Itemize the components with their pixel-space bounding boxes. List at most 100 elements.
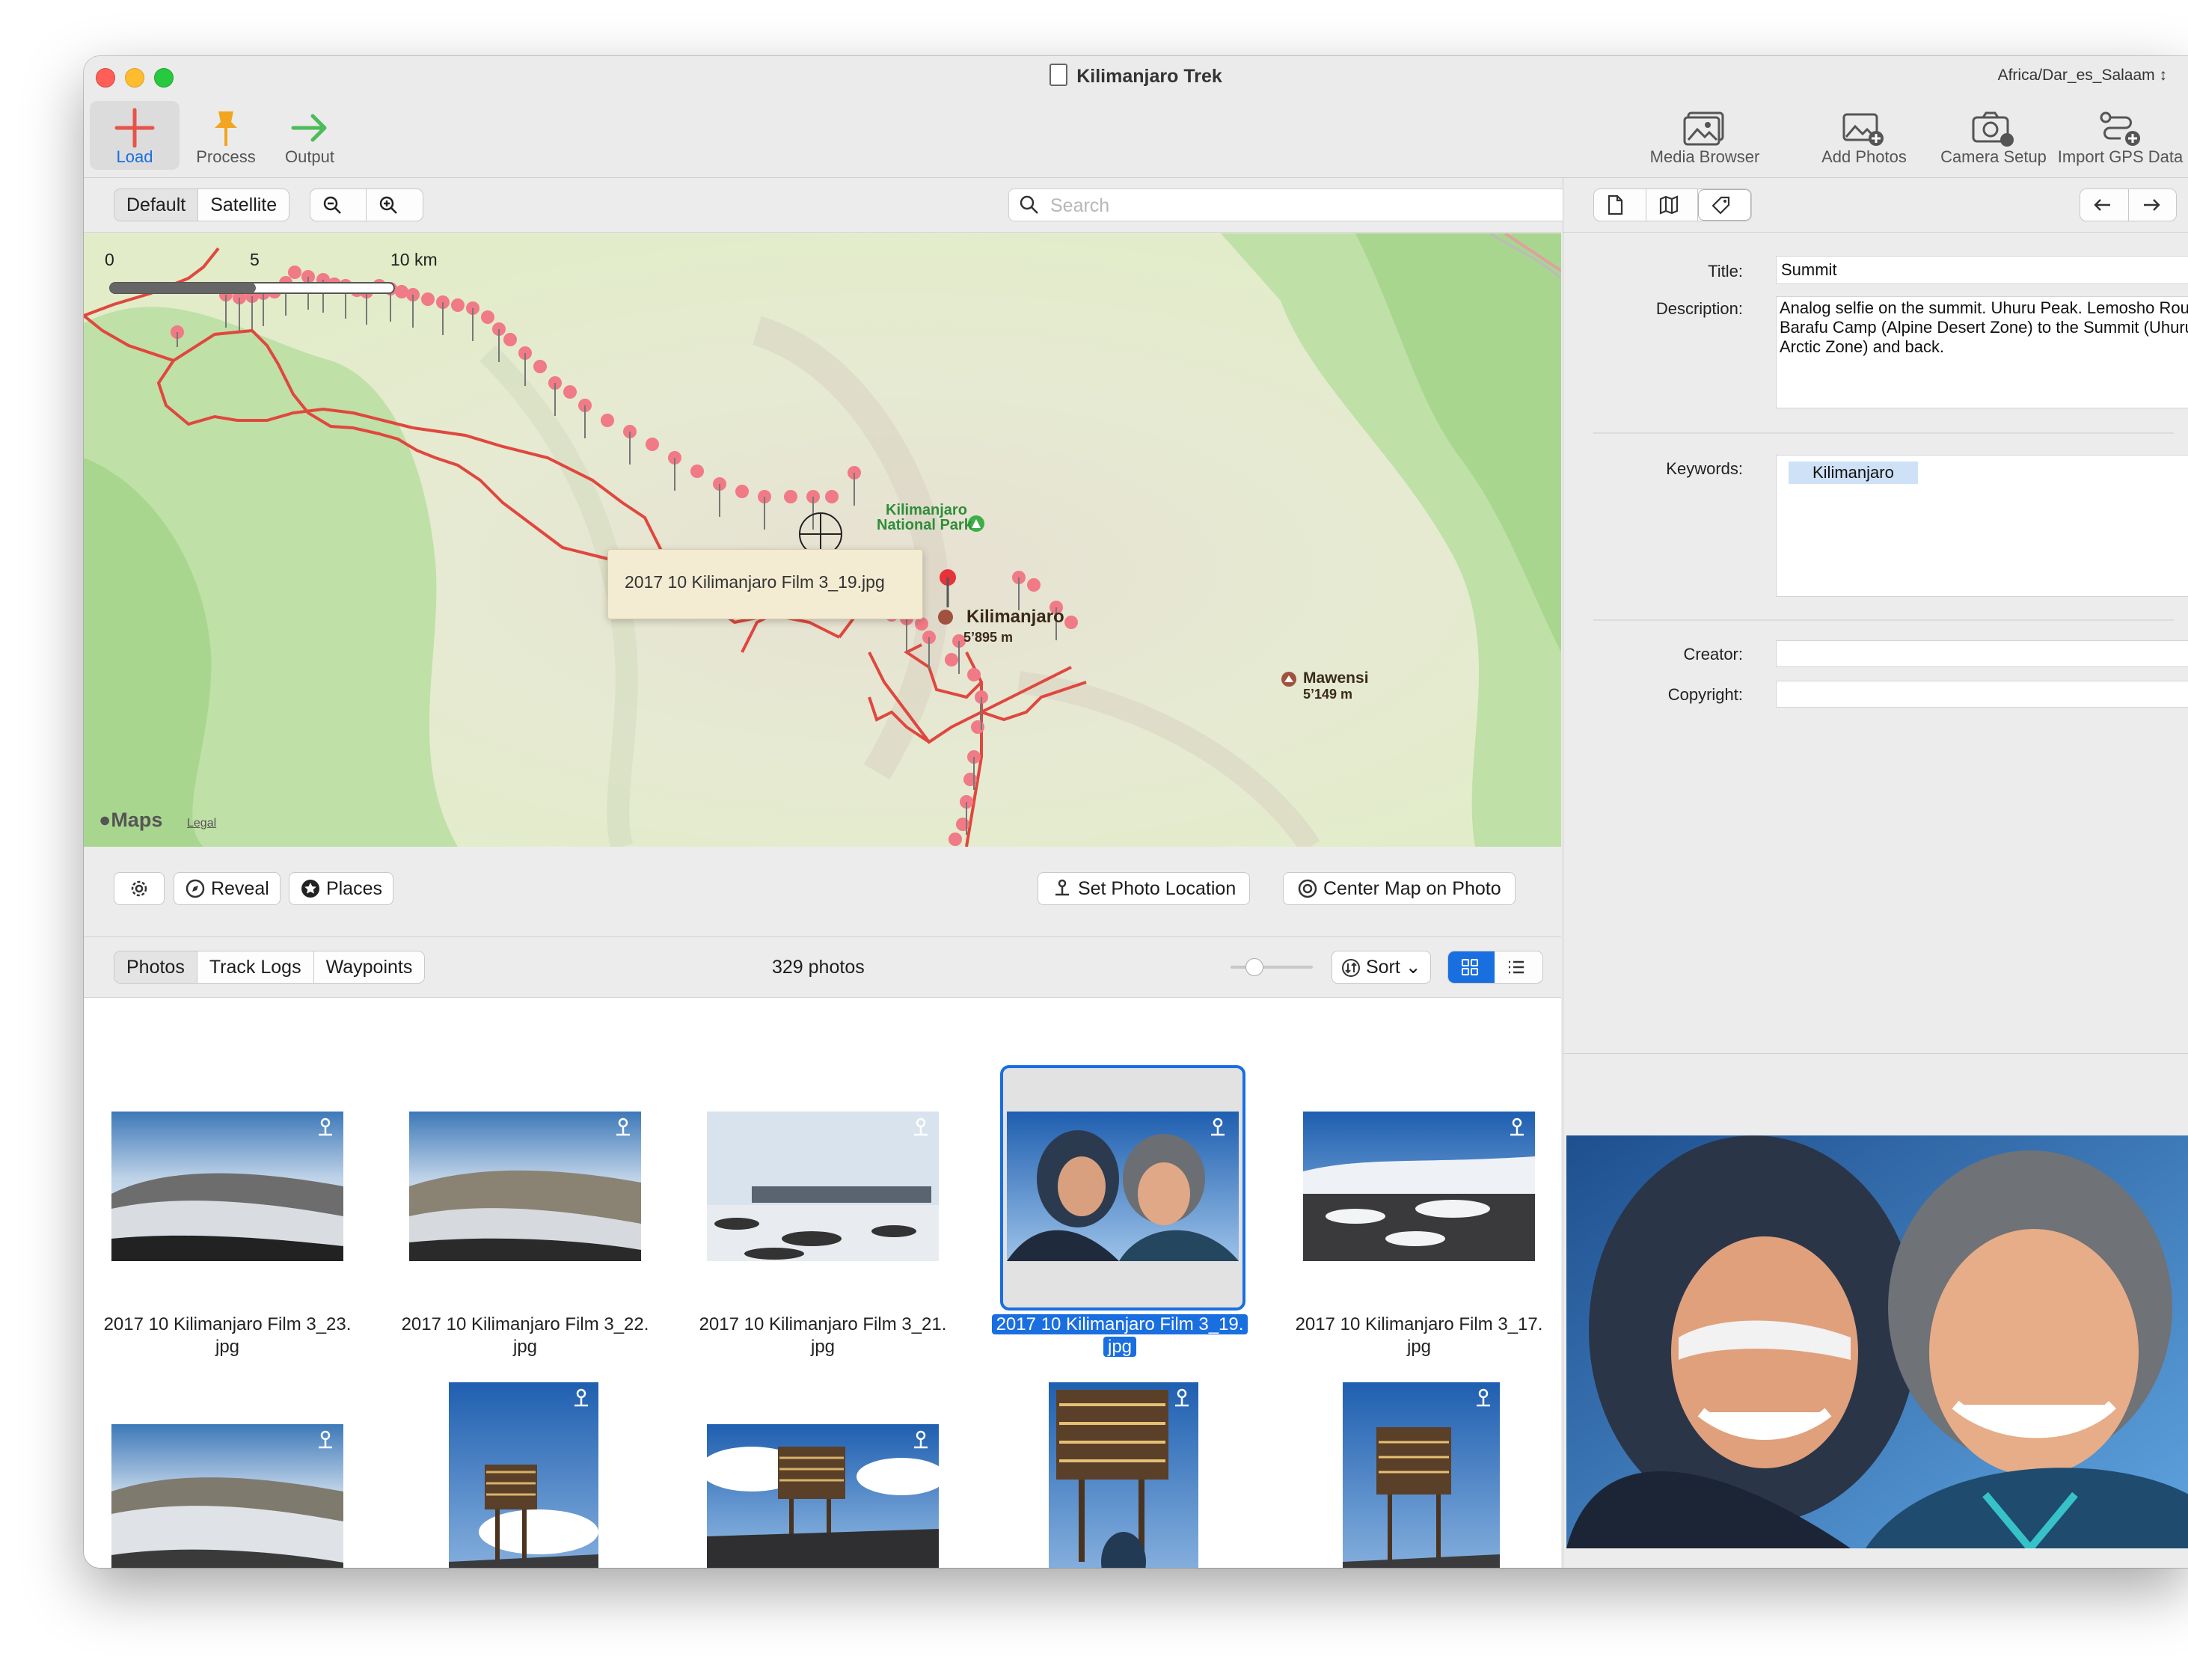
window-title: Kilimanjaro Trek — [84, 64, 2188, 88]
photo-thumbnail[interactable] — [111, 1112, 343, 1261]
photo-tooltip: 2017 10 Kilimanjaro Film 3_19.jpg — [607, 549, 923, 619]
grid-view-button[interactable] — [1448, 951, 1495, 983]
peak-mawensi-elevation: 5’149 m — [1303, 687, 1353, 702]
legal-link[interactable]: Legal — [187, 817, 216, 830]
tag-icon — [1712, 196, 1730, 215]
zoom-in-button[interactable] — [367, 189, 422, 221]
target-icon — [1298, 879, 1317, 898]
compass-icon — [186, 879, 205, 898]
view-mode-control — [1447, 951, 1543, 984]
zoom-out-button[interactable] — [310, 189, 367, 221]
next-button[interactable] — [2129, 189, 2177, 221]
arrow-right-icon — [291, 114, 327, 142]
process-button[interactable]: Process — [181, 101, 271, 170]
slider-knob[interactable] — [1245, 958, 1263, 976]
photo-thumbnail[interactable] — [707, 1424, 939, 1568]
thumbnail-size-slider[interactable] — [1231, 958, 1313, 976]
location-badge-icon — [319, 1118, 332, 1136]
maps-logo: ●Maps — [99, 809, 163, 831]
scale-label-10km: 10 km — [390, 250, 438, 269]
media-browser-button[interactable]: Media Browser — [1634, 101, 1776, 170]
gear-icon — [131, 880, 147, 897]
divider — [1593, 619, 2174, 621]
list-view-button[interactable] — [1495, 951, 1541, 983]
previous-button[interactable] — [2080, 189, 2129, 221]
park-label: Kilimanjaro National Park — [877, 502, 972, 533]
photo-caption: 2017 10 Kilimanjaro Film 3_23. jpg — [103, 1314, 352, 1357]
map-controls-bar: Reveal Places Set Photo Location Center … — [84, 847, 1561, 937]
tab-map[interactable] — [1646, 189, 1699, 221]
add-photos-icon — [1842, 113, 1884, 146]
photo-thumbnail[interactable] — [1049, 1382, 1198, 1568]
tab-tags[interactable] — [1698, 189, 1751, 221]
photo-preview — [1566, 1135, 2188, 1548]
photo-thumbnail[interactable] — [449, 1382, 598, 1568]
location-badge-icon — [914, 1430, 928, 1449]
copyright-field[interactable] — [1776, 681, 2188, 708]
plus-icon — [114, 108, 155, 148]
set-photo-location-button[interactable]: Set Photo Location — [1038, 872, 1251, 905]
arrow-left-icon — [2094, 199, 2110, 211]
list-icon — [1509, 960, 1524, 974]
map-type-segmented-control[interactable]: Default Satellite — [114, 188, 290, 221]
photo-thumbnail-selected[interactable] — [1000, 1065, 1245, 1310]
photo-thumbnail[interactable] — [707, 1112, 939, 1261]
output-button[interactable]: Output — [265, 101, 355, 170]
tab-waypoints[interactable]: Waypoints — [314, 951, 425, 983]
location-badge-icon — [1211, 1118, 1225, 1136]
media-browser-icon — [1683, 111, 1724, 146]
creator-field[interactable] — [1776, 640, 2188, 667]
divider — [1563, 1053, 2188, 1054]
inspector-tabs — [1593, 188, 1752, 221]
map-type-default[interactable]: Default — [114, 189, 199, 221]
map-settings-button[interactable] — [114, 872, 165, 905]
location-badge-icon — [1510, 1118, 1524, 1136]
map-type-satellite[interactable]: Satellite — [198, 189, 289, 221]
app-window: Kilimanjaro Trek Africa/Dar_es_Salaam ↕ … — [84, 56, 2188, 1568]
copyright-label: Copyright: — [1667, 685, 1743, 704]
keywords-field[interactable]: Kilimanjaro — [1776, 455, 2188, 597]
map-view[interactable]: 0 5 10 km Kilimanjaro National Park Kili… — [84, 233, 1561, 847]
document-icon — [1608, 194, 1623, 215]
center-map-on-photo-button[interactable]: Center Map on Photo — [1283, 872, 1516, 905]
photo-thumbnail[interactable] — [111, 1424, 343, 1568]
sort-button[interactable]: Sort ⌄ — [1332, 951, 1431, 984]
keyword-token[interactable]: Kilimanjaro — [1789, 462, 1918, 484]
load-button[interactable]: Load — [90, 101, 180, 170]
camera-icon — [1972, 111, 2014, 147]
browser-toolbar: Photos Track Logs Waypoints 329 photos S… — [84, 937, 1561, 998]
map-pin-icon — [1055, 879, 1069, 896]
map-toolbar: Default Satellite Search — [84, 178, 1571, 233]
zoom-out-icon — [323, 196, 341, 214]
pin-icon — [215, 111, 237, 146]
photo-caption: 2017 10 Kilimanjaro Film 3_21. jpg — [699, 1314, 947, 1357]
camera-setup-button[interactable]: Camera Setup — [1930, 101, 2057, 170]
scale-label-5: 5 — [250, 250, 260, 269]
inspector-toolbar — [1563, 178, 2188, 233]
tab-photos[interactable]: Photos — [114, 951, 197, 983]
places-button[interactable]: Places — [289, 872, 393, 905]
inspector-panel: Title: Summit Description: Analog selfie… — [1563, 178, 2188, 1568]
photo-thumbnail[interactable] — [1343, 1382, 1500, 1568]
creator-label: Creator: — [1683, 645, 1743, 663]
browser-tabs[interactable]: Photos Track Logs Waypoints — [114, 951, 426, 984]
photo-count: 329 photos — [772, 957, 865, 978]
titlebar: Kilimanjaro Trek Africa/Dar_es_Salaam ↕ … — [84, 56, 2188, 178]
keywords-label: Keywords: — [1666, 459, 1743, 478]
map-icon — [1659, 195, 1678, 215]
timezone-selector[interactable]: Africa/Dar_es_Salaam ↕ — [1998, 67, 2167, 85]
import-gps-data-button[interactable]: Import GPS Data — [2051, 101, 2188, 170]
add-photos-button[interactable]: Add Photos — [1804, 101, 1924, 170]
photo-grid[interactable]: 2017 10 Kilimanjaro Film 3_23. jpg 2017 1… — [84, 998, 1561, 1568]
location-badge-icon — [574, 1388, 588, 1407]
tab-track-logs[interactable]: Track Logs — [197, 951, 314, 983]
search-input[interactable]: Search — [1008, 188, 1571, 221]
photo-thumbnail[interactable] — [1303, 1112, 1535, 1261]
description-field[interactable]: Analog selfie on the summit. Uhuru Peak.… — [1776, 296, 2188, 408]
reveal-button[interactable]: Reveal — [174, 872, 281, 905]
photo-thumbnail[interactable] — [409, 1112, 641, 1261]
location-badge-icon — [914, 1118, 928, 1136]
photo-caption-selected: 2017 10 Kilimanjaro Film 3_19. jpg — [985, 1313, 1254, 1358]
tab-info[interactable] — [1594, 189, 1646, 221]
title-field[interactable]: Summit — [1776, 256, 2188, 284]
